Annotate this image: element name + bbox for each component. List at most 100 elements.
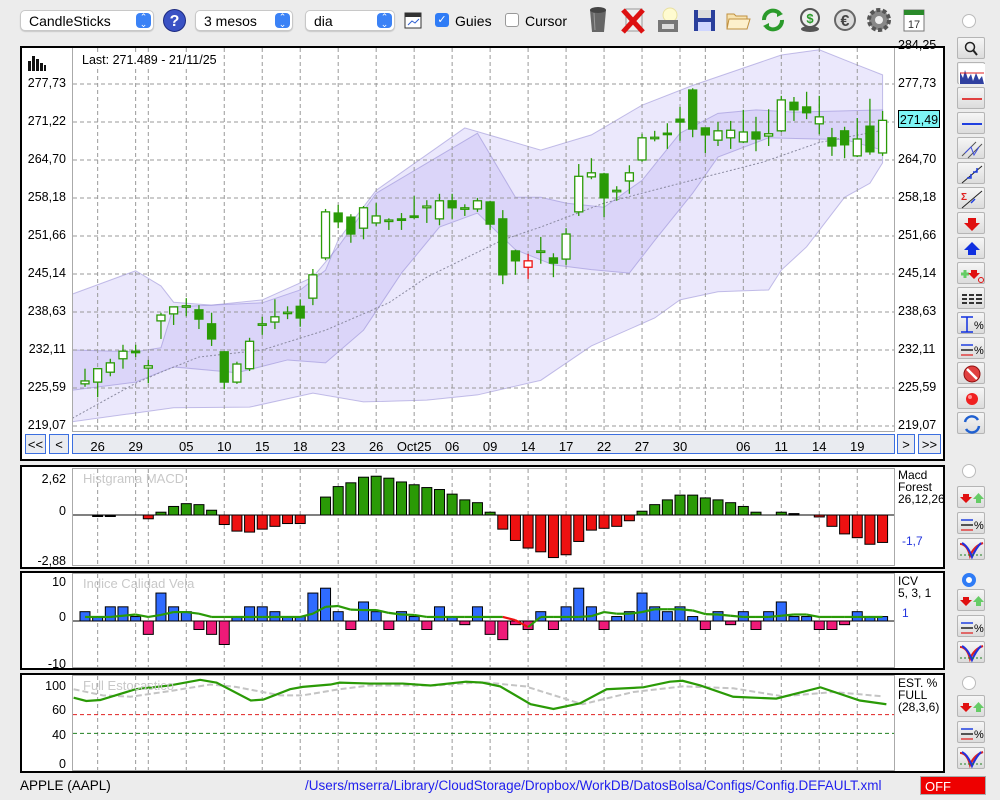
candle-body (143, 365, 153, 369)
cursor-checkbox[interactable] (505, 13, 519, 27)
icv-bar (193, 620, 205, 631)
candle-body (675, 118, 685, 123)
candle-body (181, 305, 191, 308)
candle-body (282, 311, 293, 315)
buy-sell-arrows-button[interactable] (957, 486, 985, 508)
guides-checkbox[interactable]: ✓ (435, 13, 449, 27)
levels-percent-button[interactable]: % (957, 512, 985, 534)
macd-bar (446, 493, 458, 516)
volume-bars-icon[interactable] (27, 53, 47, 71)
folder-open-icon[interactable] (723, 5, 753, 35)
blue-line-button[interactable] (957, 112, 985, 134)
nav-next-button[interactable]: > (897, 434, 915, 454)
buy-sell-arrows-button[interactable] (957, 589, 985, 611)
candle-body (396, 218, 407, 222)
icv-bar (712, 611, 724, 622)
gear-icon[interactable] (864, 5, 894, 35)
chart-overview-icon (959, 64, 985, 84)
icv-bar (598, 620, 610, 631)
buy-sell-signals-button[interactable] (957, 262, 985, 284)
svg-text:Σ: Σ (961, 192, 967, 203)
date-label: 15 (255, 439, 270, 454)
sigma-trendline-button[interactable]: Σ (957, 187, 985, 209)
main-panel-radio[interactable] (962, 14, 976, 28)
candle-body (194, 309, 204, 320)
icv-tick-zero: 0 (59, 610, 66, 624)
period-select[interactable]: 3 mesos ⌃ ⌄ (195, 10, 293, 31)
icv-plot-area[interactable]: Indice Calidad Vela (72, 573, 895, 668)
macd-bar (509, 514, 521, 541)
main-chart-panel: Last: 271.489 - 21/11/25 284,25 277,73 277… (20, 38, 945, 461)
date-scrollbar[interactable]: 26 29 05 10 15 18 23 26 Oct25 06 09 14 17 22 27 30 06 11 1… (72, 434, 895, 454)
chart-type-select[interactable]: CandleSticks ⌃ ⌄ (20, 10, 154, 31)
record-button[interactable] (957, 387, 985, 409)
interval-select[interactable]: dia ⌃ ⌄ (305, 10, 395, 31)
oscillator-button[interactable] (957, 641, 985, 663)
dollar-sync-icon[interactable]: $ (795, 5, 825, 35)
stochastic-d-line (73, 681, 883, 706)
price-tick-label: 271,22 (27, 113, 66, 128)
price-plot-area[interactable]: Last: 271.489 - 21/11/25 (72, 48, 895, 432)
price-tick-label: 219,07 (898, 418, 937, 432)
chart-window-icon[interactable] (404, 12, 422, 29)
date-label: 22 (596, 439, 612, 454)
save-icon[interactable] (689, 5, 719, 35)
macd-bar (383, 477, 395, 516)
oscillator-icon (959, 645, 984, 663)
macd-panel-radio[interactable] (962, 464, 976, 478)
buy-sell-arrows-button[interactable] (957, 695, 985, 717)
candle-body (130, 350, 141, 354)
config-path-link[interactable]: /Users/mserra/Library/CloudStorage/Dropb… (305, 778, 881, 793)
price-tick-label: 251,66 (27, 228, 66, 242)
calendar-icon[interactable]: 17 (899, 5, 929, 35)
icv-tick-bottom: -10 (47, 657, 66, 671)
nav-first-button[interactable]: << (25, 434, 46, 454)
macd-bar (598, 514, 610, 529)
last-price-tag: 271,49 (898, 110, 940, 128)
oscillator-button[interactable] (957, 538, 985, 560)
status-off-button[interactable]: OFF (920, 776, 986, 795)
svg-text:%: % (974, 623, 984, 635)
icv-bar (471, 606, 483, 622)
stoch-tick-100: 100 (45, 679, 66, 693)
icv-bar (801, 616, 813, 622)
trendline-button[interactable] (957, 162, 985, 184)
red-line-button[interactable] (957, 87, 985, 109)
sell-arrow-button[interactable] (957, 212, 985, 234)
candle-body (776, 99, 786, 132)
candle-body (662, 132, 673, 136)
candle-body (219, 351, 229, 383)
oscillator-button[interactable] (957, 747, 985, 769)
levels-percent-button[interactable]: % (957, 721, 985, 743)
print-icon[interactable] (653, 5, 683, 35)
help-icon[interactable]: ? (162, 8, 187, 33)
zoom-button[interactable] (957, 37, 985, 59)
macd-bar (687, 494, 699, 516)
euro-icon[interactable]: € (830, 5, 860, 35)
macd-bar (547, 514, 559, 559)
chart-overview-button[interactable] (957, 62, 985, 84)
levels-percent-button[interactable]: % (957, 337, 985, 359)
stochastic-panel-radio[interactable] (962, 676, 976, 690)
range-percent-button[interactable]: % (957, 312, 985, 334)
date-label: 14 (520, 439, 536, 454)
channel-button[interactable] (957, 137, 985, 159)
delete-icon[interactable] (618, 5, 648, 35)
sync-button[interactable] (957, 412, 985, 434)
stochastic-plot-area[interactable]: Full Estocastico (72, 675, 895, 771)
buy-arrow-button[interactable] (957, 237, 985, 259)
macd-plot-area[interactable]: Histgrama MACD (72, 468, 895, 566)
icv-panel-radio[interactable] (962, 573, 976, 587)
trash-icon[interactable] (583, 5, 613, 35)
nav-prev-button[interactable]: < (49, 434, 69, 454)
candle (776, 95, 786, 132)
macd-bar (623, 514, 635, 522)
no-entry-button[interactable] (957, 362, 985, 384)
icv-bar (788, 616, 800, 622)
grid-lines-button[interactable] (957, 287, 985, 309)
macd-bar (345, 482, 357, 516)
nav-last-button[interactable]: >> (918, 434, 941, 454)
refresh-icon[interactable] (758, 5, 788, 35)
icv-bar (320, 587, 332, 622)
levels-percent-button[interactable]: % (957, 615, 985, 637)
